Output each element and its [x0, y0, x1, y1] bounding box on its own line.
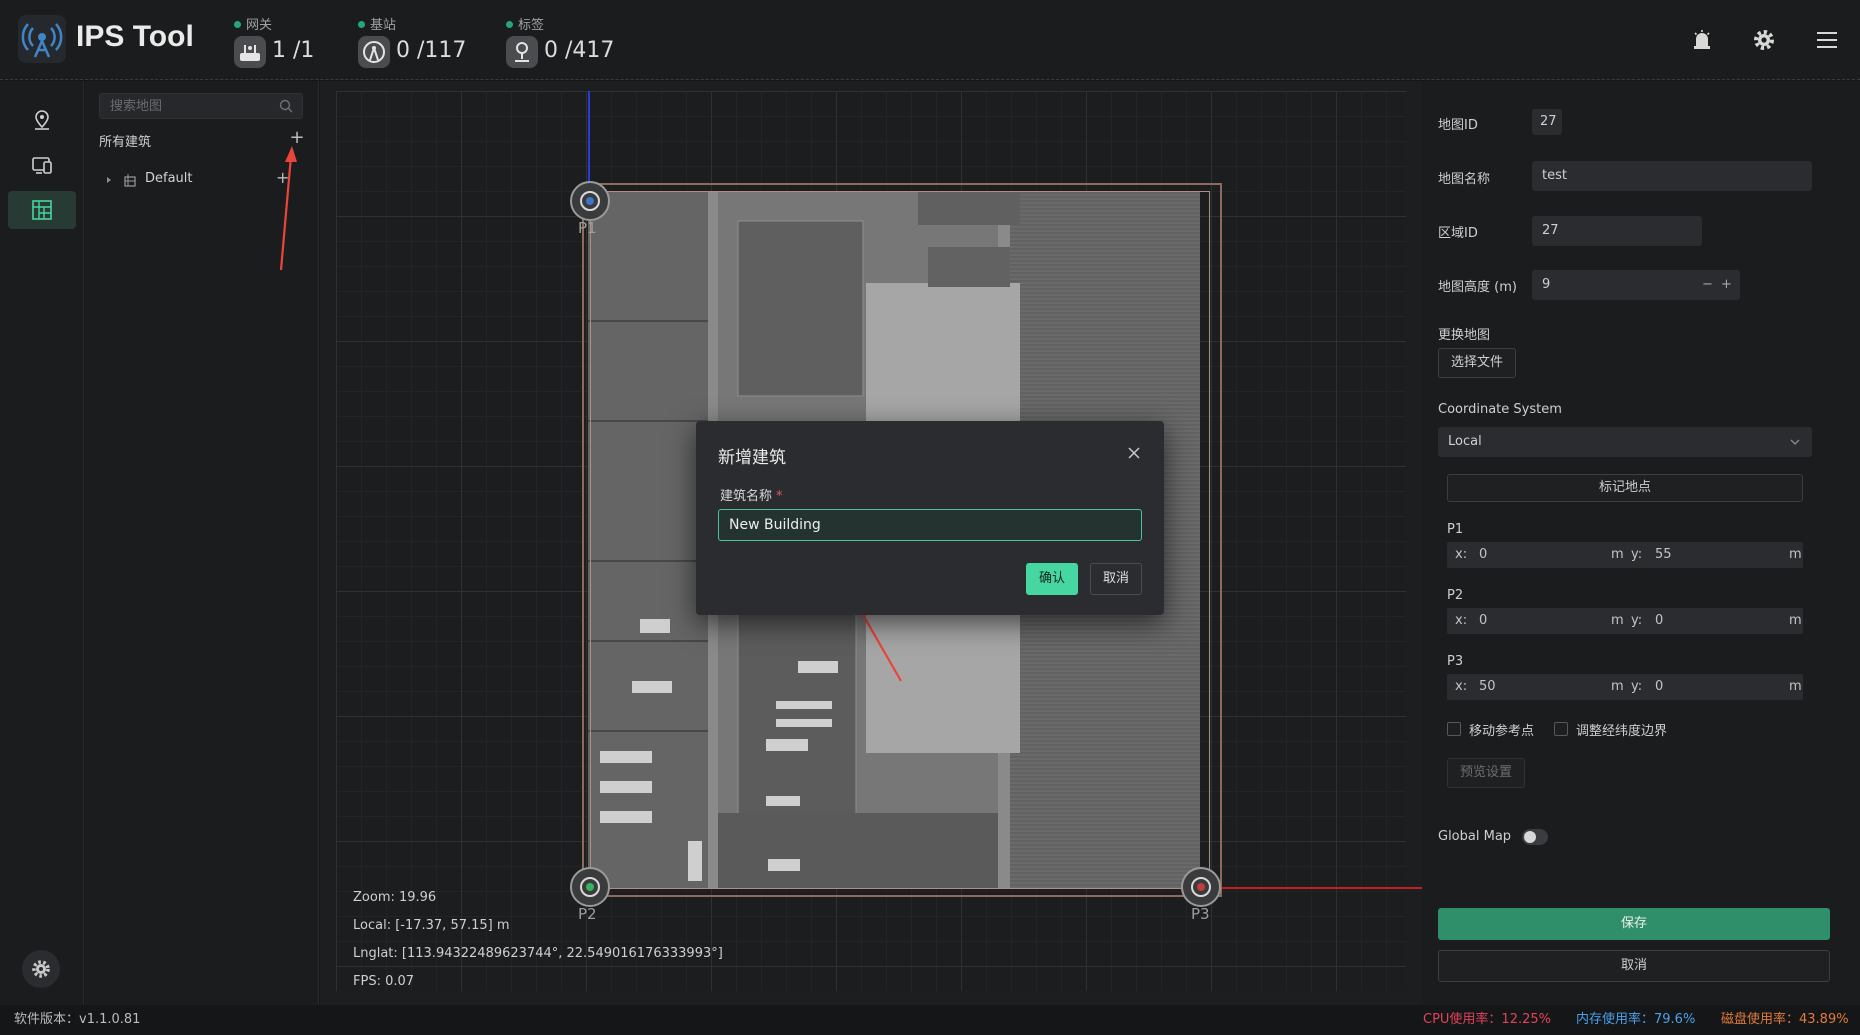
- required-mark: *: [776, 489, 783, 504]
- coordinate-system-label: Coordinate System: [1438, 402, 1562, 417]
- gateway-count: 1 /1: [272, 38, 315, 63]
- antenna-icon: [18, 15, 66, 63]
- area-id-label: 区域ID: [1438, 226, 1478, 241]
- disk-usage: 磁盘使用率：43.89%: [1721, 1012, 1849, 1027]
- rail-item-buildings[interactable]: [8, 191, 76, 229]
- left-nav-rail: [0, 81, 84, 1005]
- status-dot: [506, 21, 513, 28]
- p3-marker[interactable]: [1181, 867, 1221, 907]
- zoom-readout: Zoom: 19.96: [353, 890, 437, 905]
- p1-label: P1: [578, 219, 597, 237]
- area-id-input[interactable]: 27: [1532, 216, 1702, 246]
- replace-map-label: 更换地图: [1438, 328, 1491, 343]
- p3-coord-label: P3: [1447, 654, 1464, 669]
- buildings-icon: [32, 200, 52, 220]
- rail-item-devices[interactable]: [8, 146, 76, 184]
- choose-file-button[interactable]: 选择文件: [1438, 348, 1516, 378]
- p1-coord-row[interactable]: x: 0 m y: 55 m: [1447, 542, 1803, 568]
- router-icon: [234, 36, 266, 68]
- map-height-label: 地图高度 (m): [1438, 280, 1517, 295]
- adjust-bounds-checkbox[interactable]: [1554, 722, 1568, 736]
- cpu-usage: CPU使用率：12.25%: [1423, 1012, 1552, 1027]
- building-name-label: 建筑名称 *: [720, 489, 783, 504]
- global-map-label: Global Map: [1438, 829, 1512, 844]
- tag-label: 标签: [518, 18, 545, 33]
- p3-y-input[interactable]: 0: [1655, 674, 1663, 700]
- map-name-label: 地图名称: [1438, 172, 1491, 187]
- move-ref-label: 移动参考点: [1469, 724, 1535, 739]
- close-icon[interactable]: [1124, 443, 1144, 463]
- adjust-bounds-label: 调整经纬度边界: [1576, 724, 1668, 739]
- mark-location-button[interactable]: 标记地点: [1447, 474, 1803, 502]
- memory-usage: 内存使用率：79.6%: [1576, 1012, 1696, 1027]
- p2-coord-label: P2: [1447, 588, 1464, 603]
- map-info-overlay: Zoom: 19.96 Local: [-17.37, 57.15] m Lng…: [353, 884, 723, 996]
- base-station-count: 0 /117: [396, 38, 467, 63]
- preview-settings-button[interactable]: 预览设置: [1447, 758, 1525, 788]
- status-dot: [358, 21, 365, 28]
- alarm-icon[interactable]: [1688, 26, 1716, 54]
- add-floor-button[interactable]: +: [276, 168, 289, 187]
- add-building-button[interactable]: +: [287, 129, 307, 149]
- confirm-button[interactable]: 确认: [1026, 563, 1078, 595]
- devices-icon: [32, 157, 52, 174]
- map-name-input[interactable]: test: [1532, 161, 1812, 191]
- map-id-field: 27: [1532, 109, 1562, 135]
- map-height-value: 9: [1542, 277, 1551, 292]
- chevron-down-icon: [1790, 439, 1800, 445]
- building-icon: [124, 174, 136, 187]
- p2-x-input[interactable]: 0: [1479, 608, 1487, 634]
- p3-label: P3: [1191, 905, 1210, 923]
- search-icon: [279, 99, 293, 113]
- p3-x-input[interactable]: 50: [1479, 674, 1496, 700]
- all-buildings-label: 所有建筑: [99, 135, 152, 150]
- fps-readout: FPS: 0.07: [353, 974, 415, 989]
- building-name-input[interactable]: [718, 509, 1142, 541]
- p1-x-input[interactable]: 0: [1479, 542, 1487, 568]
- base-station-label: 基站: [370, 18, 397, 33]
- map-properties-panel: 地图ID 27 地图名称 test 区域ID 27 地图高度 (m) 9 − +…: [1422, 81, 1860, 1005]
- new-building-dialog: 新增建筑 建筑名称* 确认 取消: [696, 421, 1164, 615]
- building-tree-panel: 所有建筑 + Default +: [85, 81, 319, 1005]
- save-button[interactable]: 保存: [1438, 908, 1830, 940]
- p2-y-input[interactable]: 0: [1655, 608, 1663, 634]
- base-station-icon: [358, 36, 390, 68]
- global-map-toggle[interactable]: [1522, 829, 1548, 845]
- top-header: IPS Tool 网关 1 /1 基站 0 /117 标签 0 /417: [0, 0, 1860, 80]
- caret-right-icon[interactable]: [105, 176, 113, 184]
- local-readout: Local: [-17.37, 57.15] m: [353, 918, 510, 933]
- coordinate-system-select[interactable]: Local: [1438, 427, 1812, 457]
- app-title: IPS Tool: [76, 20, 194, 53]
- gateway-label: 网关: [246, 18, 273, 33]
- lnglat-readout: Lnglat: [113.94322489623744°, 22.5490161…: [353, 946, 723, 961]
- map-id-label: 地图ID: [1438, 118, 1478, 133]
- p1-coord-label: P1: [1447, 522, 1464, 537]
- p1-marker[interactable]: [570, 181, 610, 221]
- p3-coord-row[interactable]: x: 50 m y: 0 m: [1447, 674, 1803, 700]
- p2-coord-row[interactable]: x: 0 m y: 0 m: [1447, 608, 1803, 634]
- status-bar: 软件版本：v1.1.0.81 CPU使用率：12.25% 内存使用率：79.6%…: [0, 1005, 1860, 1035]
- cancel-button[interactable]: 取消: [1438, 950, 1830, 982]
- increment-icon[interactable]: +: [1721, 270, 1732, 300]
- rail-item-map[interactable]: [8, 101, 76, 139]
- map-height-stepper[interactable]: 9 − +: [1532, 270, 1740, 300]
- tree-item-label: Default: [145, 171, 193, 186]
- decrement-icon[interactable]: −: [1702, 270, 1713, 300]
- menu-icon[interactable]: [1813, 26, 1841, 54]
- map-pin-icon: [35, 110, 49, 130]
- version-text: 软件版本：v1.1.0.81: [14, 1012, 141, 1027]
- status-dot: [234, 21, 241, 28]
- dialog-title: 新增建筑: [718, 448, 786, 468]
- tag-count: 0 /417: [544, 38, 615, 63]
- coordinate-system-value: Local: [1448, 434, 1482, 449]
- settings-icon[interactable]: [22, 950, 60, 988]
- dialog-cancel-button[interactable]: 取消: [1090, 563, 1142, 595]
- move-ref-checkbox[interactable]: [1447, 722, 1461, 736]
- tag-location-icon: [506, 36, 538, 68]
- tree-item-default[interactable]: Default +: [105, 168, 305, 191]
- p1-y-input[interactable]: 55: [1655, 542, 1672, 568]
- gear-icon[interactable]: [1750, 26, 1778, 54]
- search-input[interactable]: [99, 93, 303, 119]
- toggle-knob: [1524, 831, 1536, 843]
